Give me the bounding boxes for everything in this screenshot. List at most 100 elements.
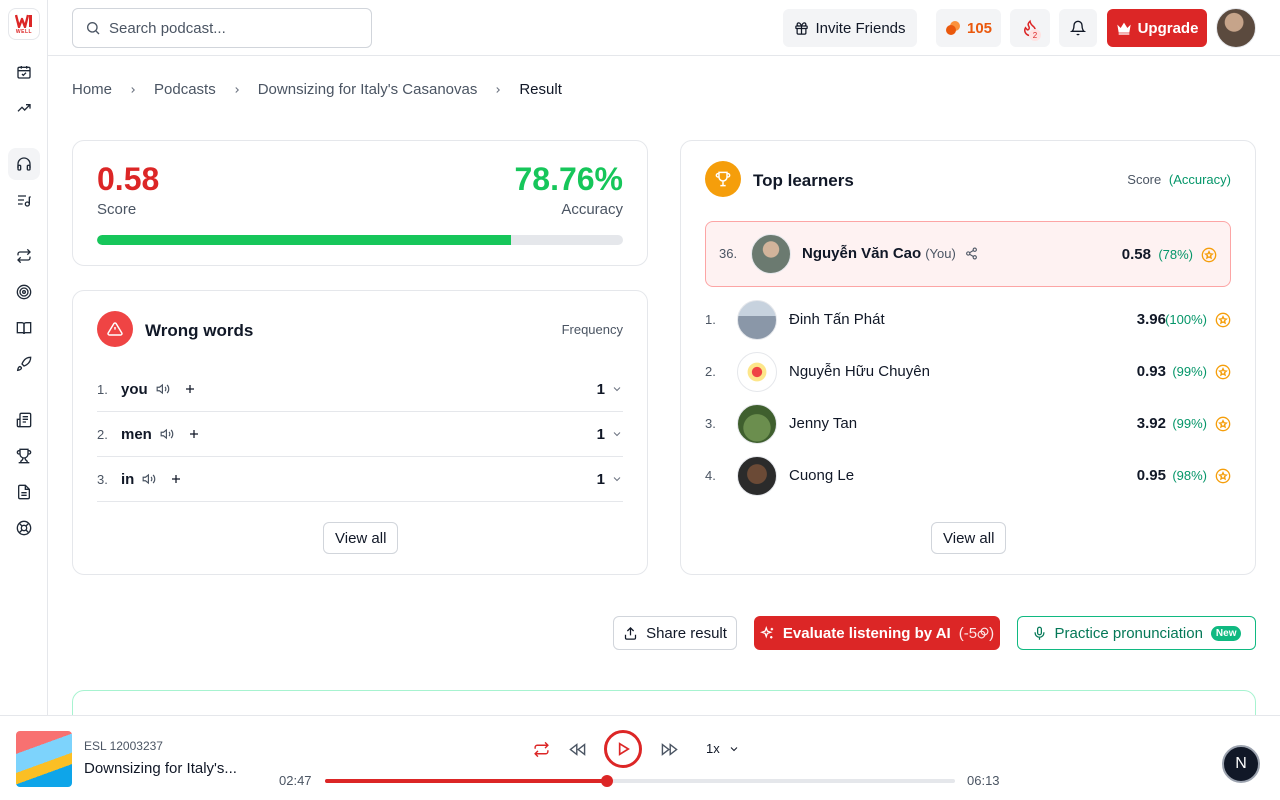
evaluate-listening-button[interactable]: Evaluate listening by AI (-5 ) [754,616,1000,650]
trophy-icon [16,448,32,464]
learner-name-text: Nguyễn Văn Cao [802,245,922,262]
add-word-icon[interactable] [188,428,200,440]
points-count: 105 [966,19,993,37]
word-frequency-dropdown[interactable]: 1 [597,426,623,443]
repeat-button[interactable] [527,735,555,763]
sidebar: WELL [0,0,48,800]
search-box[interactable] [72,8,372,48]
trending-up-icon [17,104,31,112]
share-result-button[interactable]: Share result [613,616,737,650]
sidebar-item-book[interactable] [8,312,40,344]
top-header: Invite Friends 105 2 Upgrade [48,0,1280,56]
book-icon [16,322,32,335]
invite-friends-label: Invite Friends [815,19,906,37]
upgrade-button[interactable]: Upgrade [1107,9,1207,47]
star-badge-icon [1215,312,1231,328]
chevron-right-icon [232,85,242,95]
streak-button[interactable]: 2 [1010,9,1050,47]
breadcrumb-podcasts[interactable]: Podcasts [154,81,216,98]
music-list-icon [18,195,31,207]
play-button[interactable] [604,730,642,768]
top-learners-view-all-button[interactable]: View all [931,522,1007,554]
learner-score: 3.92 [1136,415,1166,432]
top-learners-card: Top learners Score (Accuracy) 36. Nguyễn… [680,140,1256,575]
word-frequency: 1 [596,425,605,443]
chevron-right-icon [128,85,138,95]
practice-pronunciation-button[interactable]: Practice pronunciation New [1017,616,1256,650]
points-button[interactable]: 105 [936,9,1001,47]
playback-progress-bar[interactable] [325,775,955,787]
rewind-button[interactable] [563,735,591,763]
word-frequency-dropdown[interactable]: 1 [597,381,623,398]
news-icon [16,412,32,428]
evaluate-cost-text: (-5 [958,624,978,642]
sidebar-item-trending[interactable] [8,92,40,124]
score-column-label: Score [1127,172,1162,187]
sidebar-item-podcasts[interactable] [8,148,40,180]
upload-icon [624,626,637,640]
fast-forward-button[interactable] [655,735,683,763]
star-badge-icon [1215,468,1231,484]
episode-title[interactable]: Downsizing for Italy's... [84,760,237,777]
playback-speed-value: 1x [706,741,720,756]
sidebar-item-rocket[interactable] [8,348,40,380]
add-word-icon[interactable] [184,383,196,395]
sidebar-item-help[interactable] [8,512,40,544]
play-icon [618,742,630,756]
episode-cover-image[interactable] [16,731,72,787]
evaluate-cost: (-5 ) [959,625,994,642]
you-tag: (You) [925,246,956,261]
speaker-icon[interactable] [160,427,174,441]
sidebar-item-news[interactable] [8,404,40,436]
evaluate-listening-label: Evaluate listening by AI [782,624,951,642]
playback-scrubber-handle[interactable] [601,775,614,787]
word-frequency: 1 [596,380,605,398]
word-rank: 2. [97,426,108,442]
wrong-word-row: 1. you 1 [97,367,623,412]
breadcrumb-episode[interactable]: Downsizing for Italy's Casanovas [258,81,478,98]
search-input[interactable] [109,19,349,37]
sidebar-item-document[interactable] [8,476,40,508]
chevron-right-icon [493,85,503,95]
playback-speed-dropdown[interactable]: 1x [706,741,740,756]
share-result-label: Share result [646,624,727,642]
app-logo[interactable]: WELL [8,8,40,40]
gift-icon [795,21,809,35]
chevron-down-icon [613,387,621,392]
help-circle-icon [16,520,32,536]
learner-avatar [737,404,777,444]
sidebar-item-calendar[interactable] [8,56,40,88]
add-word-icon[interactable] [170,473,182,485]
notifications-button[interactable] [1059,9,1097,47]
breadcrumb-home[interactable]: Home [72,81,112,98]
learner-rank: 1. [705,312,716,327]
learner-score: 0.93 [1136,363,1166,380]
headphones-icon [17,157,31,171]
learner-row: 3. Jenny Tan 3.92 (99%) [705,402,1231,446]
speaker-icon[interactable] [142,472,156,486]
audio-player-bar: ESL 12003237 Downsizing for Italy's... 1… [0,715,1280,800]
user-avatar[interactable] [1216,8,1256,48]
share-icon[interactable] [965,247,978,260]
learner-avatar [751,234,791,274]
sidebar-item-playlist[interactable] [8,184,40,216]
sidebar-item-trophy[interactable] [8,440,40,472]
sidebar-item-repeat[interactable] [8,240,40,272]
coins-icon [945,21,960,35]
accuracy-label: Accuracy [561,201,623,218]
learner-accuracy: (99%) [1172,416,1207,431]
wrong-word-row: 2. men 1 [97,412,623,457]
wrong-words-view-all-button[interactable]: View all [323,522,399,554]
calendar-check-icon [17,66,31,79]
warning-icon [97,311,133,347]
speaker-icon[interactable] [156,382,170,396]
assistant-button[interactable]: N [1222,745,1260,783]
new-badge: New [1210,625,1242,641]
word-frequency-dropdown[interactable]: 1 [597,471,623,488]
repeat-icon [17,248,31,264]
rocket-icon [16,356,32,372]
chevron-down-icon [613,432,621,437]
wrong-word-row: 3. in 1 [97,457,623,502]
invite-friends-button[interactable]: Invite Friends [783,9,917,47]
sidebar-item-target[interactable] [8,276,40,308]
